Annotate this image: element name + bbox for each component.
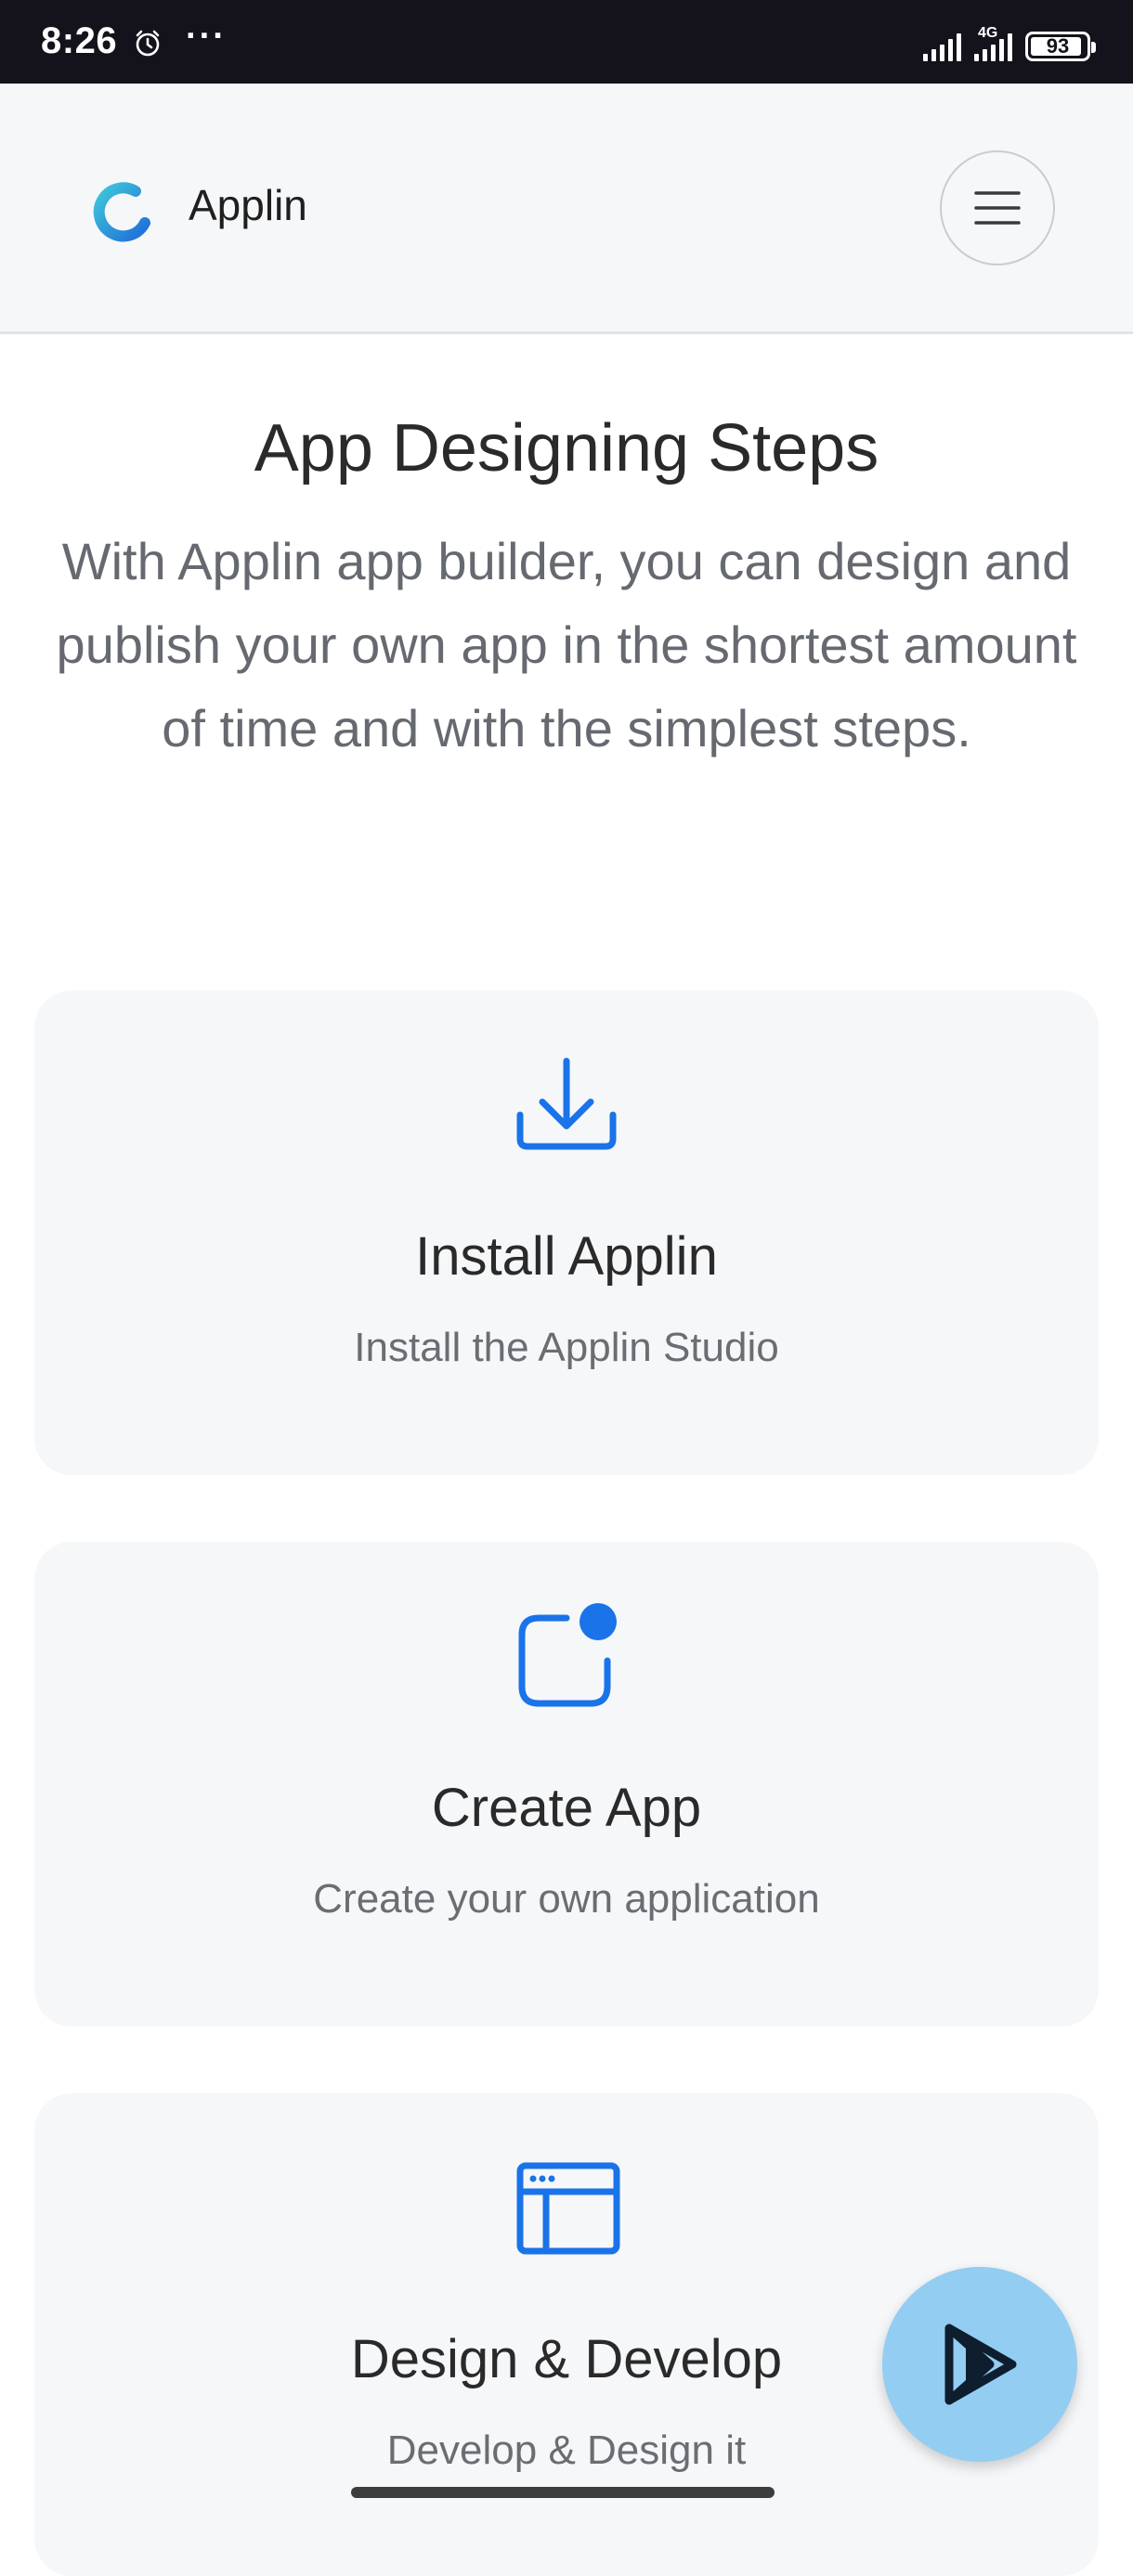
network-type: 4G — [978, 25, 998, 41]
battery-tip — [1091, 42, 1096, 53]
google-play-button[interactable] — [882, 2267, 1077, 2462]
status-bar: 8:26 ··· 4G 93 — [0, 0, 1133, 84]
alarm-icon — [136, 30, 160, 57]
app-header: Applin — [0, 84, 1133, 334]
step-description: Create your own application — [313, 1876, 820, 1922]
google-play-icon — [944, 2324, 1017, 2405]
step-card-install: Install Applin Install the Applin Studio — [34, 990, 1099, 1475]
menu-button[interactable] — [940, 150, 1055, 265]
status-indicators: 4G 93 — [923, 26, 1096, 61]
step-card-create: Create App Create your own application — [34, 1542, 1099, 2026]
applin-logo-icon[interactable] — [89, 178, 154, 243]
browser-window-icon — [516, 2162, 620, 2255]
step-title: Create App — [431, 1778, 702, 1838]
section-title: App Designing Steps — [254, 411, 879, 485]
hamburger-menu-icon — [974, 191, 1021, 225]
section-subtitle: With Applin app builder, you can design … — [56, 532, 1077, 757]
network-signal: 4G — [974, 26, 1012, 61]
battery-level: 93 — [1046, 34, 1070, 58]
step-title: Install Applin — [415, 1226, 718, 1287]
status-overflow-dots: ··· — [186, 17, 227, 56]
app-notification-icon — [518, 1603, 617, 1707]
download-icon — [516, 1057, 617, 1150]
signal-icon — [923, 33, 961, 61]
step-description: Install the Applin Studio — [354, 1325, 779, 1370]
brand-name[interactable]: Applin — [189, 180, 307, 230]
status-time: 8:26 — [41, 20, 118, 61]
gesture-bar[interactable] — [351, 2487, 775, 2498]
battery-icon: 93 — [1025, 32, 1096, 61]
